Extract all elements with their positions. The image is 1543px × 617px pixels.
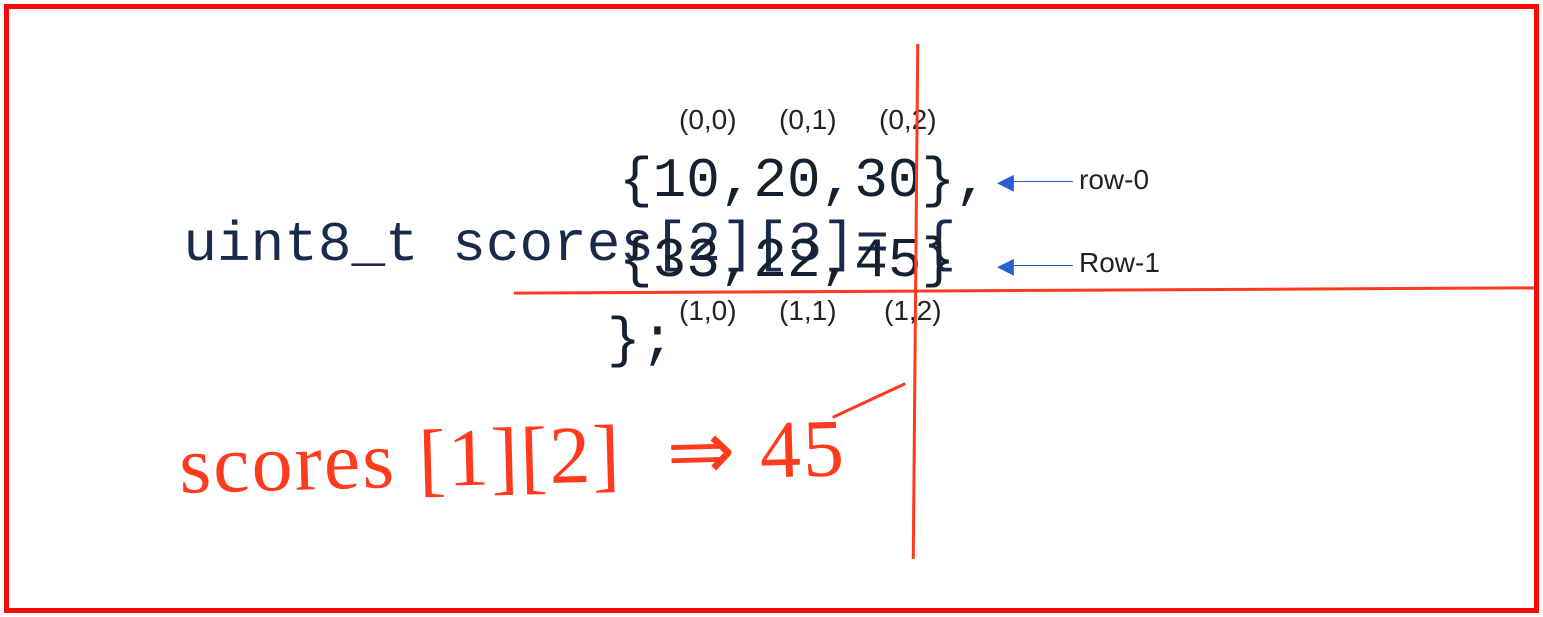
arrow-row1-head: ◀ (997, 253, 1014, 279)
index-0-1: (0,1) (779, 104, 837, 136)
arrow-row1-line (1003, 265, 1073, 266)
arrow-row0-line (1003, 181, 1073, 182)
code-row-0: {10,20,30}, (619, 149, 989, 213)
arrow-row0-head: ◀ (997, 169, 1014, 195)
code-row-1: {33,22,45} (619, 229, 955, 293)
row-label-1: Row-1 (1079, 247, 1160, 279)
index-1-0: (1,0) (679, 295, 737, 327)
handwritten-expression: scores [1][2] ⇒ 45 (178, 400, 847, 512)
diagram-frame: uint8_t scores[2][3]= { {10,20,30}, {33,… (4, 4, 1539, 613)
index-0-2: (0,2) (879, 104, 937, 136)
index-1-2: (1,2) (884, 295, 942, 327)
row-label-0: row-0 (1079, 164, 1149, 196)
code-closer: }; (607, 309, 674, 373)
index-0-0: (0,0) (679, 104, 737, 136)
index-1-1: (1,1) (779, 295, 837, 327)
